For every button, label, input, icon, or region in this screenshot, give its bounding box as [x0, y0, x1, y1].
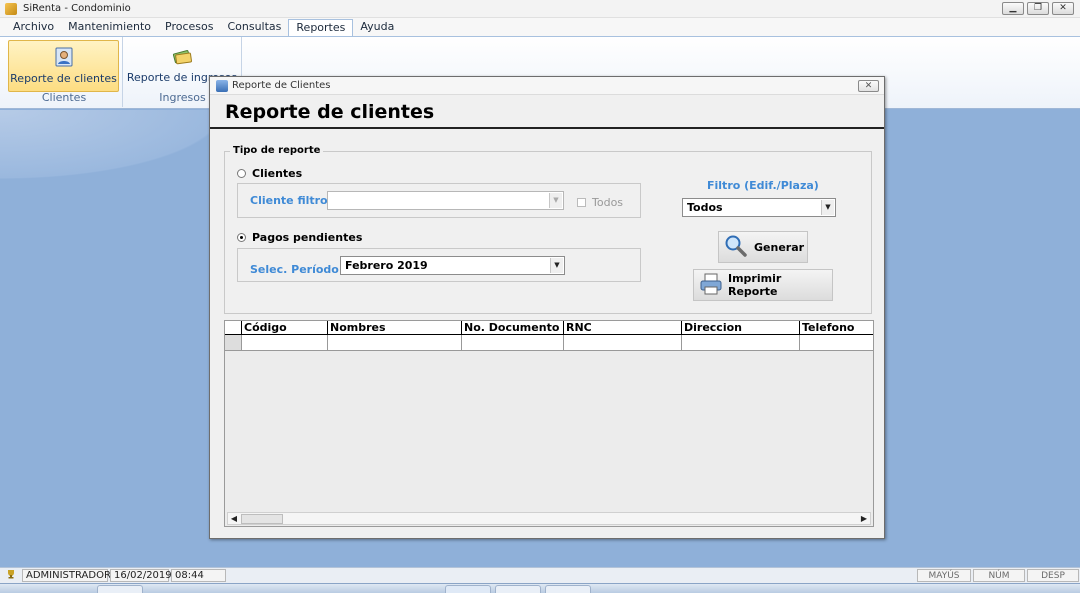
ribbon-group-label-clientes: Clientes	[41, 91, 87, 104]
menu-mantenimiento[interactable]: Mantenimiento	[61, 19, 158, 36]
radio-clientes-indicator	[237, 169, 246, 178]
radio-pagos-pendientes[interactable]: Pagos pendientes	[237, 231, 362, 244]
scroll-right-icon[interactable]: ▶	[858, 513, 870, 524]
status-time: 08:44 p.m.	[171, 569, 226, 593]
chevron-down-icon: ▼	[549, 193, 562, 208]
chevron-down-icon: ▼	[550, 258, 563, 273]
printer-icon	[699, 272, 723, 299]
app-title: SiRenta - Condominio	[23, 3, 131, 14]
grid-cell[interactable]	[462, 335, 564, 351]
dialog-titlebar: Reporte de Clientes ✕	[210, 77, 884, 95]
cliente-filtro-box: Cliente filtro ▼ Todos	[237, 183, 641, 218]
filtro-value: Todos	[687, 201, 723, 214]
trophy-icon	[6, 569, 16, 582]
column-header-telefono[interactable]: Telefono	[800, 321, 873, 335]
magnifier-icon	[724, 234, 748, 261]
column-header-documento[interactable]: No. Documento	[462, 321, 564, 335]
income-report-icon	[171, 45, 193, 67]
periodo-value: Febrero 2019	[345, 259, 428, 272]
imprimir-reporte-button[interactable]: Imprimir Reporte	[693, 269, 833, 301]
menu-archivo[interactable]: Archivo	[6, 19, 61, 36]
clientes-grid[interactable]: Código Nombres No. Documento RNC Direcci…	[224, 320, 874, 527]
dialog-heading: Reporte de clientes	[225, 101, 435, 123]
menu-reportes[interactable]: Reportes	[288, 19, 354, 36]
status-scroll: DESP	[1027, 569, 1079, 582]
minimize-button[interactable]: ▁	[1002, 2, 1024, 15]
heading-divider	[210, 127, 884, 129]
grid-cell[interactable]	[564, 335, 682, 351]
radio-pagos-label: Pagos pendientes	[252, 231, 363, 244]
dialog-close-button[interactable]: ✕	[858, 80, 879, 92]
status-num: NÚM	[973, 569, 1025, 582]
column-header-rnc[interactable]: RNC	[564, 321, 682, 335]
taskbar-item[interactable]	[495, 585, 541, 593]
scroll-left-icon[interactable]: ◀	[228, 513, 240, 524]
reporte-clientes-dialog: Reporte de Clientes ✕ Reporte de cliente…	[209, 76, 885, 539]
grid-cell[interactable]	[800, 335, 873, 351]
generar-label: Generar	[754, 240, 805, 254]
radio-pagos-indicator	[237, 233, 246, 242]
status-bar: ADMINISTRADOR 16/02/2019 08:44 p.m. MAYÚ…	[0, 567, 1080, 593]
cliente-filtro-combo[interactable]: ▼	[327, 191, 564, 210]
window-controls: ▁ ❐ ✕	[1002, 2, 1074, 15]
menu-ayuda[interactable]: Ayuda	[353, 19, 401, 36]
menu-bar: Archivo Mantenimiento Procesos Consultas…	[0, 18, 1080, 37]
grid-corner	[225, 321, 242, 335]
menu-procesos[interactable]: Procesos	[158, 19, 220, 36]
client-report-icon	[53, 46, 75, 68]
app-icon	[5, 2, 17, 15]
grid-cell[interactable]	[682, 335, 800, 351]
dialog-icon	[216, 79, 228, 92]
grid-cell[interactable]	[242, 335, 328, 351]
todos-checkbox-box	[577, 198, 586, 207]
periodo-box: Selec. Período Febrero 2019 ▼	[237, 248, 641, 282]
todos-checkbox[interactable]: Todos	[577, 196, 623, 209]
taskbar-item[interactable]	[445, 585, 491, 593]
ribbon-group-clientes: Reporte de clientes Clientes	[6, 37, 123, 107]
status-user: ADMINISTRADOR	[22, 569, 111, 582]
status-date: 16/02/2019	[110, 569, 172, 582]
menu-consultas[interactable]: Consultas	[220, 19, 288, 36]
row-header[interactable]	[225, 335, 242, 351]
status-caps: MAYÚS	[917, 569, 971, 582]
reporte-clientes-label: Reporte de clientes	[10, 72, 117, 85]
grid-cell[interactable]	[328, 335, 462, 351]
horizontal-scrollbar[interactable]: ◀ ▶	[227, 512, 871, 525]
app-titlebar: SiRenta - Condominio ▁ ❐ ✕	[0, 0, 1080, 18]
close-app-button[interactable]: ✕	[1052, 2, 1074, 15]
taskbar	[0, 583, 1080, 593]
tipo-reporte-legend: Tipo de reporte	[230, 145, 324, 156]
scrollbar-thumb[interactable]	[241, 514, 283, 524]
periodo-combo[interactable]: Febrero 2019 ▼	[340, 256, 565, 275]
todos-checkbox-label: Todos	[592, 196, 624, 209]
taskbar-item[interactable]	[97, 585, 143, 593]
radio-clientes[interactable]: Clientes	[237, 167, 302, 180]
imprimir-label: Imprimir Reporte	[728, 272, 782, 298]
column-header-direccion[interactable]: Direccion	[682, 321, 800, 335]
radio-clientes-label: Clientes	[252, 167, 303, 180]
column-header-codigo[interactable]: Código	[242, 321, 328, 335]
restore-button[interactable]: ❐	[1027, 2, 1049, 15]
filtro-label: Filtro (Edif./Plaza)	[707, 179, 819, 192]
column-header-nombres[interactable]: Nombres	[328, 321, 462, 335]
tipo-reporte-group: Tipo de reporte Clientes Cliente filtro …	[224, 145, 872, 314]
dialog-window-title: Reporte de Clientes	[232, 80, 331, 91]
generar-button[interactable]: Generar	[718, 231, 808, 263]
reporte-clientes-button[interactable]: Reporte de clientes	[8, 40, 119, 92]
cliente-filtro-label: Cliente filtro	[250, 194, 328, 207]
chevron-down-icon: ▼	[821, 200, 834, 215]
filtro-combo[interactable]: Todos ▼	[682, 198, 836, 217]
periodo-label: Selec. Período	[250, 263, 339, 276]
taskbar-item[interactable]	[545, 585, 591, 593]
